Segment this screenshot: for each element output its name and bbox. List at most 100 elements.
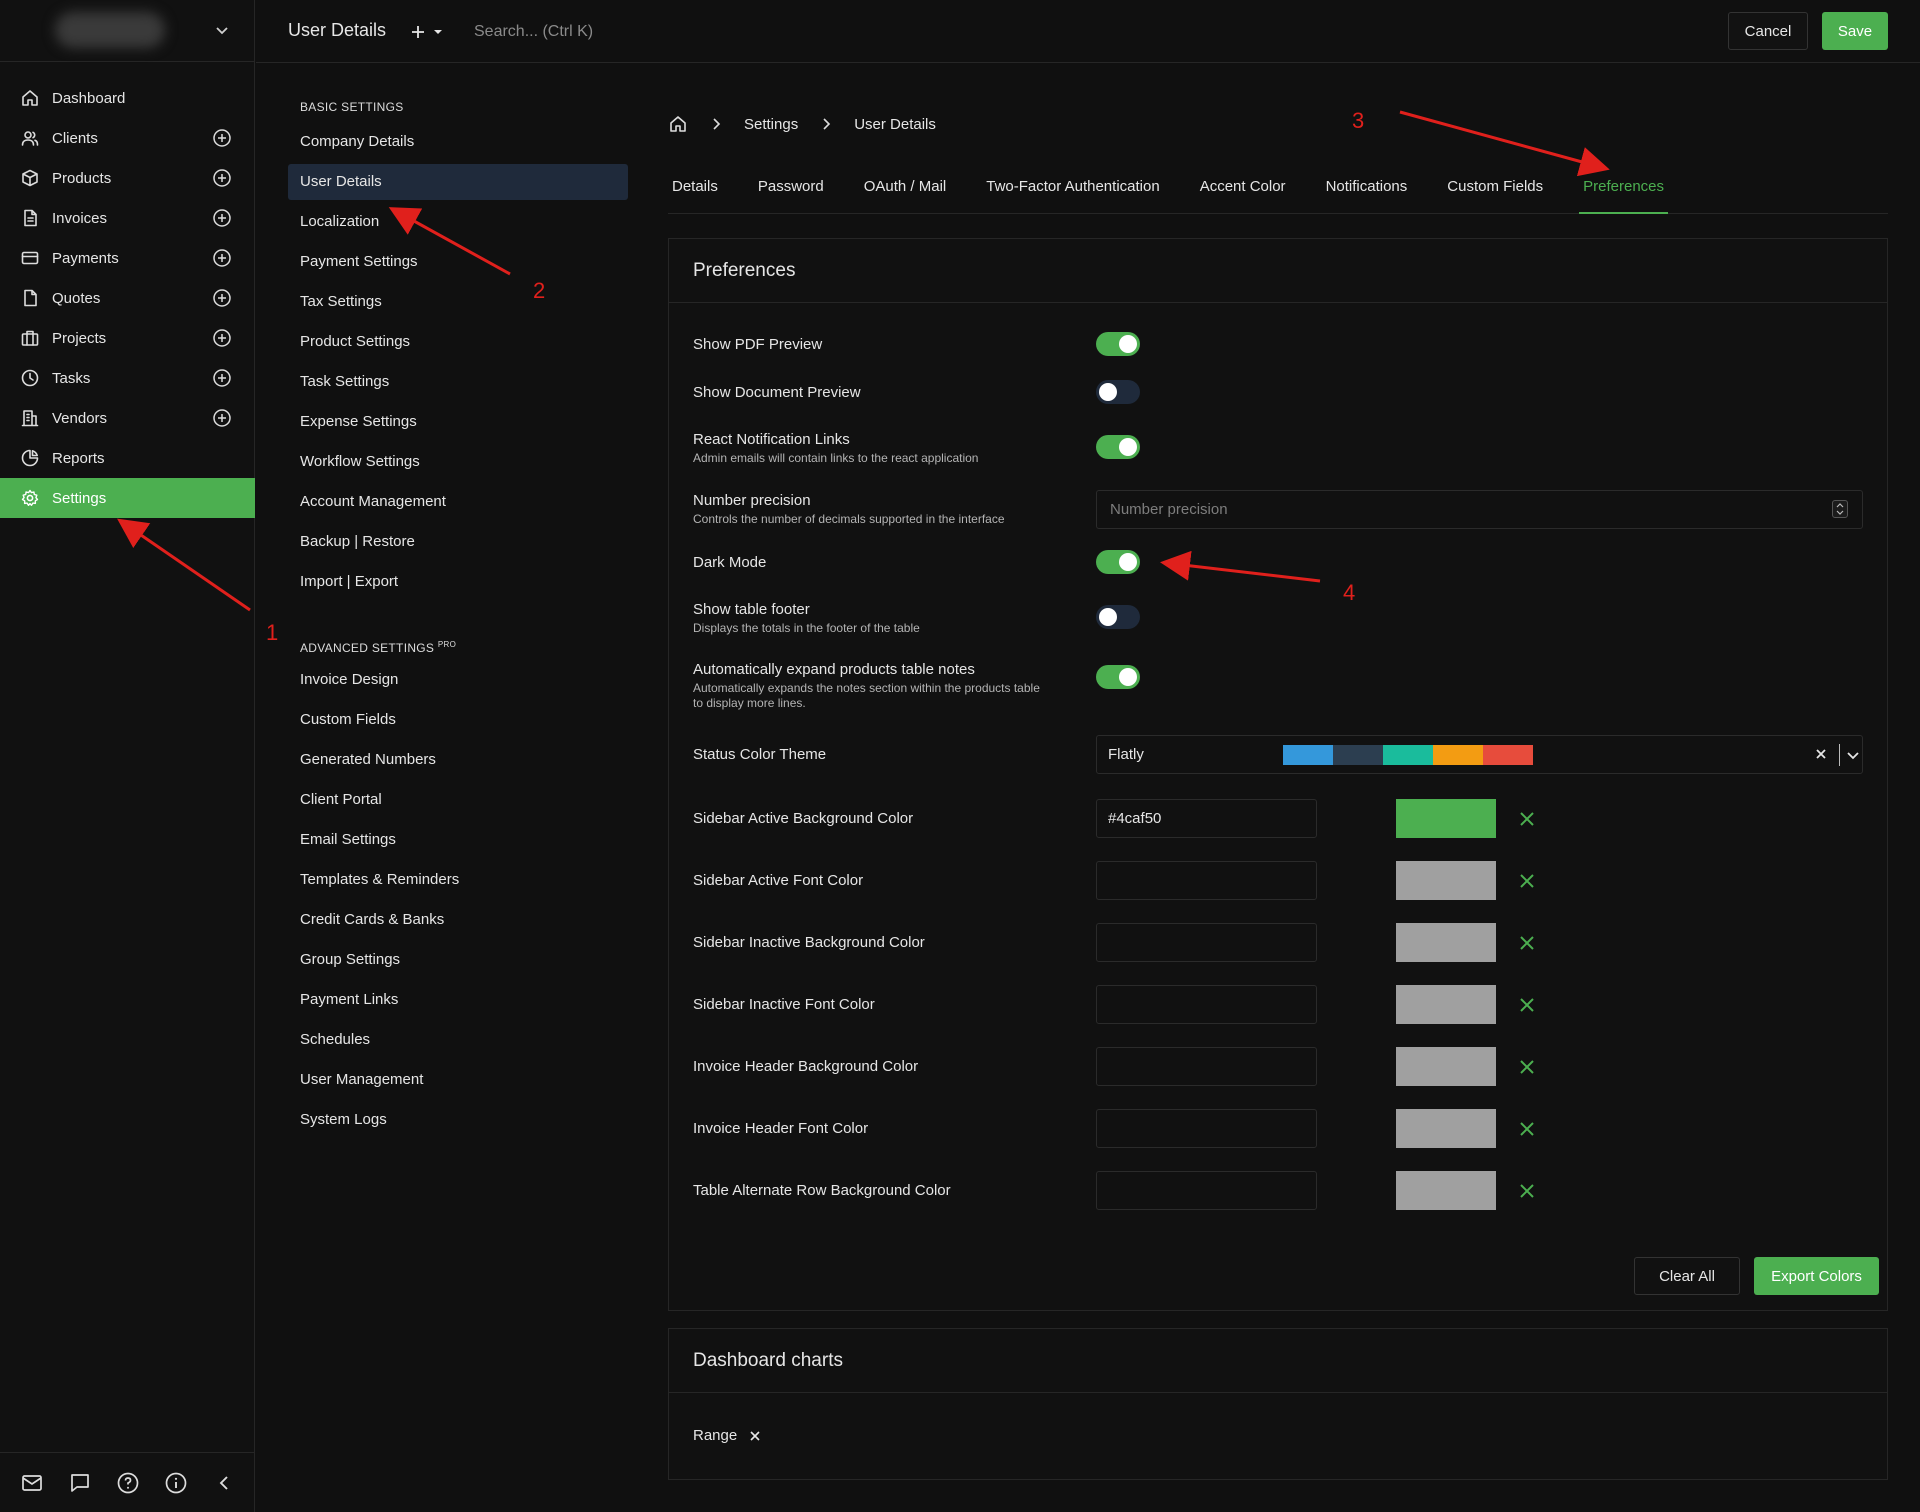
settings-nav-item-backup-restore[interactable]: Backup | Restore [288,522,628,562]
sidebar-item-dashboard[interactable]: Dashboard [0,78,255,118]
close-icon[interactable] [747,1428,763,1444]
clear-color-icon[interactable] [1517,1057,1537,1077]
settings-nav-item-client-portal[interactable]: Client Portal [288,780,628,820]
settings-nav-item-expense-settings[interactable]: Expense Settings [288,402,628,442]
color-value-input[interactable] [1096,1171,1317,1210]
toggle-dark-mode[interactable] [1096,550,1140,574]
settings-nav-item-generated-numbers[interactable]: Generated Numbers [288,740,628,780]
color-value-input[interactable] [1096,985,1317,1024]
company-switcher[interactable] [0,0,254,62]
clear-all-button[interactable]: Clear All [1634,1257,1740,1295]
color-value-input[interactable] [1096,799,1317,838]
toggle-show-pdf-preview[interactable] [1096,332,1140,356]
settings-nav-item-product-settings[interactable]: Product Settings [288,322,628,362]
help-icon[interactable] [116,1471,140,1495]
settings-nav-item-workflow-settings[interactable]: Workflow Settings [288,442,628,482]
tab-details[interactable]: Details [668,168,722,214]
tab-notifications[interactable]: Notifications [1322,168,1412,214]
toggle-expand-products-notes[interactable] [1096,665,1140,689]
chat-icon[interactable] [68,1471,92,1495]
number-precision-input[interactable] [1096,490,1863,529]
settings-nav-item-payment-links[interactable]: Payment Links [288,980,628,1020]
color-picker-swatch[interactable] [1396,1047,1496,1086]
clear-color-icon[interactable] [1517,933,1537,953]
clear-color-icon[interactable] [1517,995,1537,1015]
settings-nav-item-user-details[interactable]: User Details [288,164,628,200]
settings-nav-item-company-details[interactable]: Company Details [288,122,628,162]
save-button[interactable]: Save [1822,12,1888,50]
color-picker-swatch[interactable] [1396,861,1496,900]
collapse-icon[interactable] [212,1471,236,1495]
breadcrumb-user-details[interactable]: User Details [854,116,936,133]
toggle-react-notification-links[interactable] [1096,435,1140,459]
tab-accent-color[interactable]: Accent Color [1196,168,1290,214]
settings-nav-item-import-export[interactable]: Import | Export [288,562,628,602]
home-icon[interactable] [668,114,688,134]
sidebar-item-projects[interactable]: Projects [0,318,255,358]
sidebar-item-reports[interactable]: Reports [0,438,255,478]
color-picker-swatch[interactable] [1396,1109,1496,1148]
color-picker-swatch[interactable] [1396,923,1496,962]
tab-two-factor-authentication[interactable]: Two-Factor Authentication [982,168,1163,214]
sidebar-item-invoices[interactable]: Invoices [0,198,255,238]
tab-custom-fields[interactable]: Custom Fields [1443,168,1547,214]
sidebar-item-vendors[interactable]: Vendors [0,398,255,438]
clear-color-icon[interactable] [1517,1119,1537,1139]
add-circle-icon[interactable] [212,168,232,188]
clear-color-icon[interactable] [1517,871,1537,891]
export-colors-button[interactable]: Export Colors [1754,1257,1879,1295]
settings-nav-item-templates-reminders[interactable]: Templates & Reminders [288,860,628,900]
settings-nav-item-user-management[interactable]: User Management [288,1060,628,1100]
color-value-input[interactable] [1096,1109,1317,1148]
clear-color-icon[interactable] [1517,809,1537,829]
color-value-input[interactable] [1096,861,1317,900]
sidebar-item-tasks[interactable]: Tasks [0,358,255,398]
add-circle-icon[interactable] [212,128,232,148]
sidebar-item-quotes[interactable]: Quotes [0,278,255,318]
tab-password[interactable]: Password [754,168,828,214]
add-circle-icon[interactable] [212,248,232,268]
color-picker-swatch[interactable] [1396,1171,1496,1210]
add-circle-icon[interactable] [212,328,232,348]
add-circle-icon[interactable] [212,408,232,428]
sidebar-item-payments[interactable]: Payments [0,238,255,278]
tab-preferences[interactable]: Preferences [1579,168,1668,214]
settings-nav-item-custom-fields[interactable]: Custom Fields [288,700,628,740]
settings-nav-item-group-settings[interactable]: Group Settings [288,940,628,980]
toggle-show-table-footer[interactable] [1096,605,1140,629]
color-value-input[interactable] [1096,923,1317,962]
add-circle-icon[interactable] [212,288,232,308]
chevron-down-icon[interactable] [1845,747,1861,763]
settings-nav-item-system-logs[interactable]: System Logs [288,1100,628,1140]
tab-oauth-mail[interactable]: OAuth / Mail [860,168,951,214]
status-color-theme-select[interactable]: Flatly [1096,735,1863,774]
add-circle-icon[interactable] [212,208,232,228]
add-circle-icon[interactable] [212,368,232,388]
settings-nav-item-localization[interactable]: Localization [288,202,628,242]
settings-nav-item-email-settings[interactable]: Email Settings [288,820,628,860]
number-stepper-icon[interactable] [1832,500,1848,518]
toggle-show-document-preview[interactable] [1096,380,1140,404]
search-input[interactable] [474,18,814,46]
sidebar-item-clients[interactable]: Clients [0,118,255,158]
settings-nav-item-tax-settings[interactable]: Tax Settings [288,282,628,322]
clear-icon[interactable] [1813,746,1829,762]
sidebar-item-settings[interactable]: Settings [0,478,255,518]
sidebar-item-products[interactable]: Products [0,158,255,198]
settings-nav-item-account-management[interactable]: Account Management [288,482,628,522]
settings-nav-item-schedules[interactable]: Schedules [288,1020,628,1060]
info-icon[interactable] [164,1471,188,1495]
settings-nav-item-payment-settings[interactable]: Payment Settings [288,242,628,282]
chevron-down-icon[interactable] [212,20,232,40]
settings-nav-item-credit-cards-banks[interactable]: Credit Cards & Banks [288,900,628,940]
settings-nav-item-task-settings[interactable]: Task Settings [288,362,628,402]
quick-create-button[interactable] [408,20,454,44]
breadcrumb-settings[interactable]: Settings [744,116,798,133]
clear-color-icon[interactable] [1517,1181,1537,1201]
cancel-button[interactable]: Cancel [1728,12,1808,50]
color-picker-swatch[interactable] [1396,985,1496,1024]
color-value-input[interactable] [1096,1047,1317,1086]
mail-icon[interactable] [20,1471,44,1495]
settings-nav-item-invoice-design[interactable]: Invoice Design [288,660,628,700]
color-picker-swatch[interactable] [1396,799,1496,838]
